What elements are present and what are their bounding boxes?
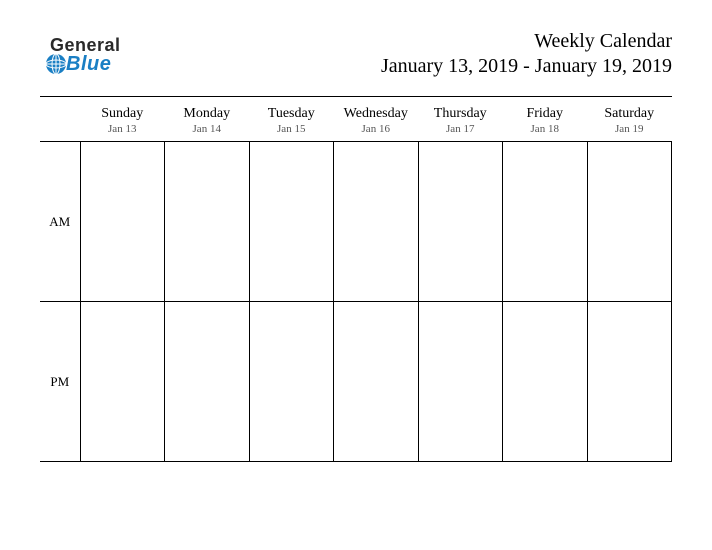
day-date: Jan 15 bbox=[249, 123, 334, 135]
day-date: Jan 19 bbox=[587, 123, 672, 135]
cell-am-sat[interactable] bbox=[587, 142, 672, 302]
day-name: Tuesday bbox=[249, 106, 334, 122]
date-range: January 13, 2019 - January 19, 2019 bbox=[381, 55, 672, 78]
day-date: Jan 16 bbox=[334, 123, 419, 135]
cell-am-wed[interactable] bbox=[334, 142, 419, 302]
logo-blue-row: Blue bbox=[50, 52, 121, 76]
cell-pm-wed[interactable] bbox=[334, 302, 419, 462]
cell-pm-mon[interactable] bbox=[165, 302, 250, 462]
day-header-sat: Saturday Jan 19 bbox=[587, 102, 672, 142]
calendar: Sunday Jan 13 Monday Jan 14 Tuesday Jan … bbox=[0, 96, 712, 462]
day-name: Friday bbox=[503, 106, 588, 122]
day-name: Thursday bbox=[418, 106, 503, 122]
cell-pm-sat[interactable] bbox=[587, 302, 672, 462]
page-title: Weekly Calendar bbox=[381, 30, 672, 53]
cell-pm-sun[interactable] bbox=[80, 302, 165, 462]
cell-am-fri[interactable] bbox=[503, 142, 588, 302]
day-date: Jan 13 bbox=[80, 123, 165, 135]
period-label-am: AM bbox=[40, 142, 80, 302]
day-date: Jan 18 bbox=[503, 123, 588, 135]
title-block: Weekly Calendar January 13, 2019 - Janua… bbox=[381, 30, 672, 78]
cell-am-thu[interactable] bbox=[418, 142, 503, 302]
cell-pm-fri[interactable] bbox=[503, 302, 588, 462]
cell-am-tue[interactable] bbox=[249, 142, 334, 302]
day-header-tue: Tuesday Jan 15 bbox=[249, 102, 334, 142]
day-name: Monday bbox=[165, 106, 250, 122]
day-name: Saturday bbox=[587, 106, 672, 122]
day-date: Jan 14 bbox=[165, 123, 250, 135]
logo: General Blue bbox=[50, 30, 121, 76]
day-date: Jan 17 bbox=[418, 123, 503, 135]
cell-am-mon[interactable] bbox=[165, 142, 250, 302]
day-header-wed: Wednesday Jan 16 bbox=[334, 102, 419, 142]
calendar-table: Sunday Jan 13 Monday Jan 14 Tuesday Jan … bbox=[40, 102, 672, 462]
blank-corner bbox=[40, 102, 80, 142]
day-name: Wednesday bbox=[334, 106, 419, 122]
day-header-thu: Thursday Jan 17 bbox=[418, 102, 503, 142]
pm-row: PM bbox=[40, 302, 672, 462]
cell-pm-thu[interactable] bbox=[418, 302, 503, 462]
cell-pm-tue[interactable] bbox=[249, 302, 334, 462]
period-label-pm: PM bbox=[40, 302, 80, 462]
day-header-mon: Monday Jan 14 bbox=[165, 102, 250, 142]
globe-icon bbox=[44, 52, 68, 76]
day-header-row: Sunday Jan 13 Monday Jan 14 Tuesday Jan … bbox=[40, 102, 672, 142]
day-header-sun: Sunday Jan 13 bbox=[80, 102, 165, 142]
am-row: AM bbox=[40, 142, 672, 302]
day-name: Sunday bbox=[80, 106, 165, 122]
logo-text-blue: Blue bbox=[66, 54, 111, 74]
day-header-fri: Friday Jan 18 bbox=[503, 102, 588, 142]
cell-am-sun[interactable] bbox=[80, 142, 165, 302]
header: General Blue Weekly Calendar January 13,… bbox=[0, 0, 712, 96]
